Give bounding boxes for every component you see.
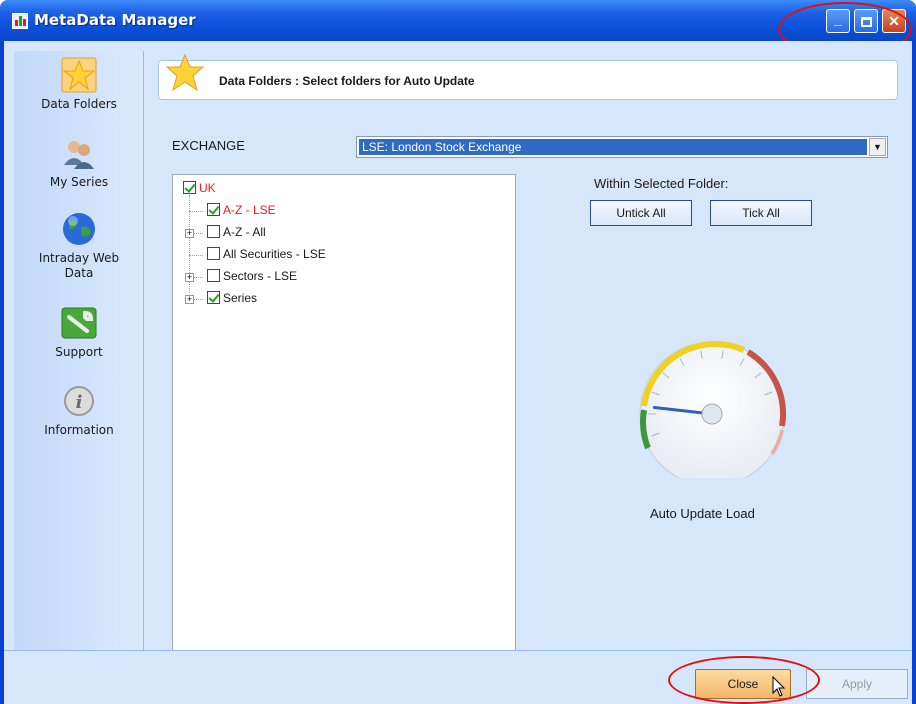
- sidebar-item-label: Intraday Web Data: [38, 251, 120, 280]
- sidebar-item-support[interactable]: Support: [14, 305, 144, 360]
- tree-node-uk[interactable]: UK: [183, 180, 216, 197]
- exchange-dropdown[interactable]: LSE: London Stock Exchange ▼: [356, 136, 888, 158]
- untick-all-button[interactable]: Untick All: [590, 200, 692, 226]
- tick-all-button[interactable]: Tick All: [710, 200, 812, 226]
- expand-plus-icon[interactable]: +: [185, 229, 194, 238]
- minimize-icon: _: [834, 11, 842, 27]
- auto-update-load-gauge: [632, 338, 792, 487]
- sidebar-item-label: Information: [44, 423, 114, 437]
- tree-connector: [194, 277, 203, 278]
- wrench-icon: [61, 305, 97, 341]
- dropdown-arrow-icon[interactable]: ▼: [869, 138, 886, 156]
- tree-node-label: A-Z - All: [223, 225, 266, 239]
- globe-icon: [61, 211, 97, 247]
- tree-node-sectors[interactable]: Sectors - LSE: [207, 268, 297, 285]
- expand-plus-icon[interactable]: +: [185, 295, 194, 304]
- sidebar-item-label: Support: [55, 345, 103, 359]
- tree-node-all-securities[interactable]: All Securities - LSE: [207, 246, 326, 263]
- info-icon: i: [61, 383, 97, 419]
- star-icon: [165, 53, 205, 96]
- svg-text:i: i: [76, 392, 83, 413]
- tree-node-label: A-Z - LSE: [223, 203, 276, 217]
- users-icon: [61, 135, 97, 171]
- header-panel: Data Folders : Select folders for Auto U…: [158, 53, 898, 100]
- tree-node-az-all[interactable]: A-Z - All: [207, 224, 266, 241]
- tree-connector: [194, 233, 203, 234]
- sidebar-item-information[interactable]: i Information: [14, 383, 144, 438]
- sidebar-item-data-folders[interactable]: Data Folders: [14, 57, 144, 112]
- folder-tree[interactable]: UK A-Z - LSE + A-Z - All All Securities …: [172, 174, 516, 666]
- tree-node-label: All Securities - LSE: [223, 247, 326, 261]
- tree-checkbox[interactable]: [207, 225, 220, 238]
- title-bar[interactable]: MetaData Manager _ ✕: [0, 0, 916, 41]
- tree-connector: [194, 299, 203, 300]
- close-icon: ✕: [888, 13, 900, 29]
- exchange-selected-value: LSE: London Stock Exchange: [359, 139, 867, 155]
- close-window-button[interactable]: ✕: [882, 9, 906, 33]
- app-icon: [12, 13, 28, 29]
- minimize-button[interactable]: _: [826, 9, 850, 33]
- maximize-icon: [855, 10, 877, 32]
- tree-node-label: Series: [223, 291, 258, 305]
- tree-node-az-lse[interactable]: A-Z - LSE: [207, 202, 276, 219]
- expand-plus-icon[interactable]: +: [185, 273, 194, 282]
- gauge-label: Auto Update Load: [650, 506, 755, 521]
- page-title: Data Folders : Select folders for Auto U…: [219, 74, 475, 88]
- tree-checkbox[interactable]: [207, 247, 220, 260]
- star-icon: [61, 57, 97, 93]
- tree-checkbox[interactable]: [207, 291, 220, 304]
- tree-checkbox[interactable]: [183, 181, 196, 194]
- sidebar-item-my-series[interactable]: My Series: [14, 135, 144, 190]
- tree-checkbox[interactable]: [207, 269, 220, 282]
- mouse-cursor-icon: [772, 676, 786, 697]
- tree-connector: [189, 255, 203, 256]
- maximize-button[interactable]: [854, 9, 878, 33]
- apply-button[interactable]: Apply: [806, 669, 908, 699]
- tree-connector: [189, 211, 203, 212]
- tree-node-label: UK: [199, 181, 216, 195]
- tree-node-label: Sectors - LSE: [223, 269, 298, 283]
- sidebar-item-label: My Series: [49, 175, 109, 189]
- tree-node-series[interactable]: Series: [207, 290, 257, 307]
- within-folder-label: Within Selected Folder:: [594, 176, 729, 191]
- sidebar: Data Folders My Series Intraday Web Data: [14, 51, 144, 651]
- exchange-label: EXCHANGE: [172, 138, 245, 153]
- sidebar-item-intraday-web-data[interactable]: Intraday Web Data: [14, 211, 144, 281]
- tree-checkbox[interactable]: [207, 203, 220, 216]
- sidebar-item-label: Data Folders: [41, 97, 117, 111]
- window-title: MetaData Manager: [34, 11, 196, 29]
